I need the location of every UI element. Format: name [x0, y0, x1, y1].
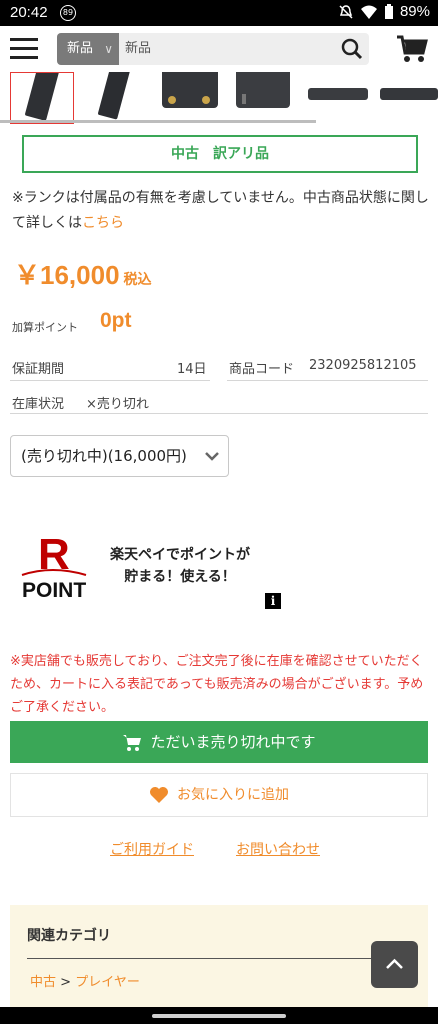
- rakuten-point-logo: R POINT: [16, 527, 96, 603]
- chevron-down-icon: [205, 452, 219, 461]
- rank-label: 中古 訳アリ品: [22, 135, 418, 173]
- search-input[interactable]: 新品: [125, 33, 151, 65]
- rakuten-line2: 貯まる！使える！: [124, 569, 236, 585]
- crumb-player[interactable]: プレイヤー: [75, 975, 140, 990]
- price: ￥16,000 税込: [14, 255, 152, 292]
- cart-icon: [123, 734, 142, 751]
- rakuten-promo-text: 楽天ペイでポイントが 貯まる！使える！: [100, 544, 260, 588]
- back-to-top-button[interactable]: [371, 941, 418, 988]
- related-breadcrumb: 中古 > プレイヤー: [30, 971, 140, 990]
- chevron-down-icon: ∨: [104, 42, 113, 56]
- wifi-icon: [360, 5, 377, 19]
- notification-badge-icon: 89: [60, 5, 76, 21]
- warranty-value: 14日: [177, 362, 207, 377]
- info-icon[interactable]: i: [265, 593, 281, 609]
- tax-label: 税込: [123, 271, 152, 287]
- warranty-label: 保証期間: [12, 362, 65, 377]
- divider: [27, 958, 393, 959]
- thumbnail[interactable]: [84, 72, 148, 124]
- rakuten-line1: 楽天ペイでポイントが: [110, 547, 250, 563]
- cart-icon[interactable]: [396, 34, 428, 64]
- stock-label: 在庫状況: [12, 397, 65, 412]
- image-thumbnails: [0, 72, 438, 126]
- thumbnail[interactable]: [380, 72, 438, 124]
- search-category-label: 新品: [67, 41, 94, 56]
- sold-out-label: ただいま売り切れ中です: [150, 733, 316, 751]
- divider: [10, 413, 428, 414]
- mute-icon: [339, 4, 353, 19]
- rank-note-link[interactable]: こちら: [82, 215, 124, 231]
- rakuten-logo-word: POINT: [22, 579, 86, 602]
- thumbnail-scrollbar[interactable]: [0, 120, 316, 123]
- battery-percent: 89%: [399, 3, 430, 20]
- site-header: 新品 ∨ 新品: [0, 26, 438, 72]
- battery-icon: [384, 3, 393, 19]
- thumbnail[interactable]: [232, 72, 296, 124]
- crumb-used[interactable]: 中古: [30, 975, 56, 990]
- rank-note: ※ランクは付属品の有無を考慮していません。中古商品状態に関して詳しくはこちら: [12, 186, 430, 236]
- product-code-value: 2320925812105: [309, 358, 417, 373]
- related-title: 関連カテゴリ: [27, 928, 111, 944]
- add-favorite-button[interactable]: お気に入りに追加: [10, 773, 428, 817]
- guide-link[interactable]: ご利用ガイド: [110, 839, 194, 859]
- divider: [10, 380, 210, 381]
- product-code-label: 商品コード: [229, 362, 295, 377]
- search-icon[interactable]: [341, 38, 363, 60]
- search-bar: 新品 ∨ 新品: [57, 33, 369, 65]
- status-time: 20:42: [10, 4, 48, 21]
- add-favorite-label: お気に入りに追加: [177, 787, 289, 803]
- option-select[interactable]: (売り切れ中)(16,000円): [10, 435, 229, 477]
- rank-note-text: ※ランクは付属品の有無を考慮していません。中古商品状態に関して詳しくは: [12, 190, 429, 231]
- system-nav-bar: [0, 1007, 438, 1024]
- chevron-up-icon: [386, 958, 403, 969]
- heart-icon: [150, 787, 168, 803]
- contact-link[interactable]: お問い合わせ: [236, 839, 320, 859]
- status-right: 89%: [338, 3, 430, 20]
- divider: [227, 380, 428, 381]
- status-bar: 20:42 89 89%: [0, 0, 438, 26]
- points-value: 0pt: [100, 309, 132, 332]
- crumb-separator: >: [60, 975, 72, 990]
- menu-icon[interactable]: [10, 38, 38, 60]
- option-selected-value: (売り切れ中)(16,000円): [21, 447, 187, 465]
- thumbnail[interactable]: [158, 72, 222, 124]
- price-value: ￥16,000: [14, 260, 120, 290]
- store-warning: ※実店舗でも販売しており、ご注文完了後に在庫を確認させていただくため、カートに入…: [10, 654, 424, 715]
- sold-out-button[interactable]: ただいま売り切れ中です: [10, 721, 428, 763]
- home-gesture-bar[interactable]: [152, 1014, 286, 1018]
- thumbnail[interactable]: [10, 72, 74, 124]
- thumbnail[interactable]: [306, 72, 370, 124]
- search-category-select[interactable]: 新品 ∨: [57, 33, 119, 65]
- stock-value: ×売り切れ: [86, 397, 149, 412]
- points-label: 加算ポイント: [12, 321, 78, 334]
